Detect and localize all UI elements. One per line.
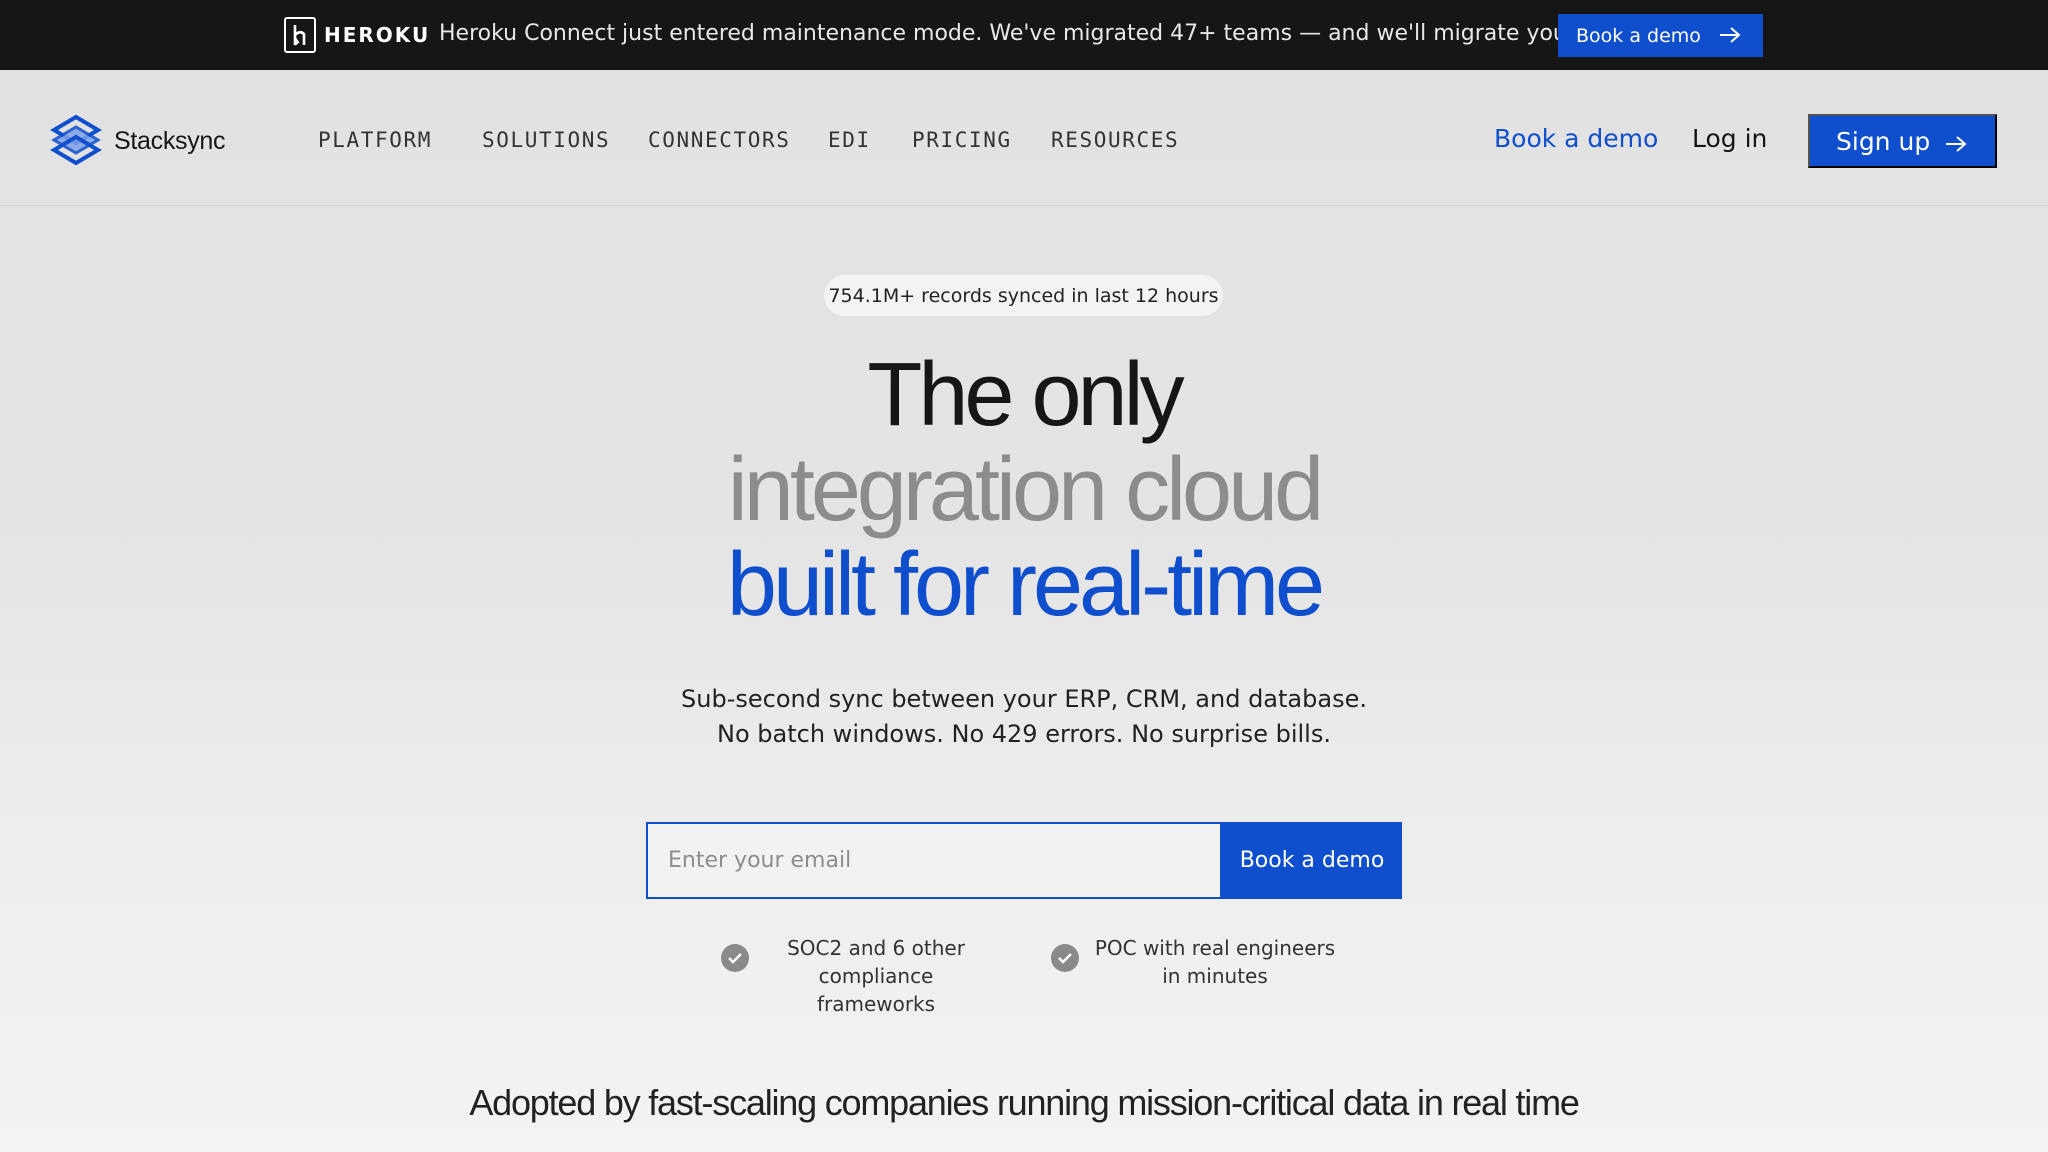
poc-text-line-1: POC with real engineers <box>1094 936 1336 960</box>
announcement-book-demo-label: Book a demo <box>1576 24 1701 47</box>
nav-solutions[interactable]: SOLUTIONS <box>482 128 610 152</box>
hero-book-demo-button[interactable]: Book a demo <box>1222 822 1402 899</box>
nav-resources[interactable]: RESOURCES <box>1051 128 1179 152</box>
arrow-right-icon <box>1720 27 1741 43</box>
heroku-icon <box>284 17 316 53</box>
heroku-wordmark: HEROKU <box>324 23 431 47</box>
nav-connectors[interactable]: CONNECTORS <box>648 128 790 152</box>
signup-button[interactable]: Sign up <box>1808 114 1997 168</box>
hero-subtitle-line-1: Sub-second sync between your ERP, CRM, a… <box>681 685 1367 713</box>
compliance-checkpoint: SOC2 and 6 other compliance frameworks <box>721 934 994 1018</box>
announcement-bar: HEROKU Heroku Connect just entered maint… <box>0 0 2048 70</box>
compliance-text-line-2: compliance frameworks <box>816 964 936 1016</box>
heroku-logo[interactable]: HEROKU <box>284 17 430 53</box>
poc-text-line-2: in minutes <box>1162 964 1268 988</box>
brand-name: Stacksync <box>114 126 226 155</box>
signup-label: Sign up <box>1836 126 1931 156</box>
headline-line-1: The only <box>867 345 1184 445</box>
header-book-demo-link[interactable]: Book a demo <box>1494 124 1658 153</box>
poc-checkpoint: POC with real engineers in minutes <box>1051 934 1341 990</box>
brand-logo[interactable]: Stacksync <box>50 114 226 168</box>
compliance-text: SOC2 and 6 other compliance frameworks <box>758 934 994 1018</box>
email-input[interactable] <box>646 822 1222 899</box>
compliance-text-line-1: SOC2 and 6 other <box>787 936 965 960</box>
check-icon <box>1051 944 1079 972</box>
nav-platform[interactable]: PLATFORM <box>318 128 432 152</box>
announcement-book-demo-button[interactable]: Book a demo <box>1558 14 1763 57</box>
arrow-right-icon <box>1946 136 1967 152</box>
login-link[interactable]: Log in <box>1692 124 1767 153</box>
announcement-message: Heroku Connect just entered maintenance … <box>439 21 1645 46</box>
records-synced-badge: 754.1M+ records synced in last 12 hours <box>824 275 1223 316</box>
nav-edi[interactable]: EDI <box>828 128 871 152</box>
headline-line-2: integration cloud <box>727 440 1324 540</box>
adopted-by-heading: Adopted by fast-scaling companies runnin… <box>469 1082 1580 1123</box>
headline-line-3: built for real-time <box>726 535 1325 635</box>
nav-pricing[interactable]: PRICING <box>912 128 1012 152</box>
site-header: Stacksync PLATFORM SOLUTIONS CONNECTORS … <box>0 70 2048 206</box>
demo-signup-form: Book a demo <box>646 822 1402 899</box>
stacksync-logo-icon <box>50 114 102 166</box>
poc-text: POC with real engineers in minutes <box>1089 934 1341 990</box>
hero-subtitle-line-2: No batch windows. No 429 errors. No surp… <box>717 720 1331 748</box>
check-icon <box>721 944 749 972</box>
